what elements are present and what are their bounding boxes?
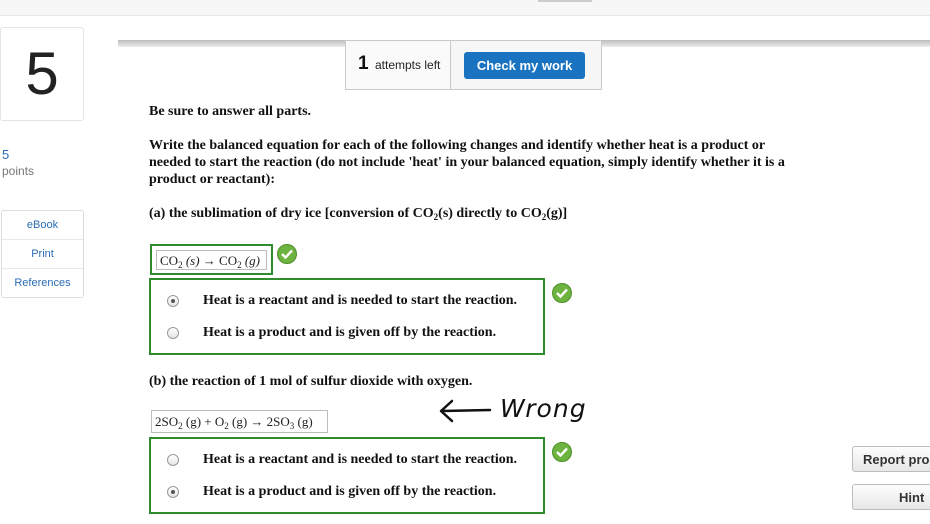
print-link[interactable]: Print xyxy=(2,240,83,269)
ebook-link[interactable]: eBook xyxy=(2,211,83,240)
eq-text: (g) → 2SO xyxy=(228,414,290,429)
wrong-annotation: Wrong xyxy=(500,394,587,423)
eq-arrow: → xyxy=(202,253,216,268)
eq-text: CO xyxy=(160,253,179,268)
report-problem-button[interactable]: Report pro xyxy=(852,446,930,472)
part-a-prompt-text: (s) directly to CO xyxy=(438,206,542,221)
points-value: 5 xyxy=(2,147,10,162)
question-number: 5 xyxy=(0,27,84,121)
part-a-prompt-text: (a) the sublimation of dry ice [conversi… xyxy=(149,206,434,221)
instruction-main: Write the balanced equation for each of … xyxy=(149,138,785,187)
eq-text: (g) xyxy=(294,414,313,429)
tab-stub xyxy=(538,0,592,2)
top-bar xyxy=(0,0,930,16)
part-a-equation-field[interactable]: CO2 (s) → CO2 (g) xyxy=(150,244,273,275)
eq-text: (g) + O xyxy=(182,414,225,429)
hint-button[interactable]: Hint xyxy=(852,484,930,510)
part-a-options: Heat is a reactant and is needed to star… xyxy=(149,278,545,355)
option-label: Heat is a product and is given off by th… xyxy=(203,325,497,340)
check-my-work-button[interactable]: Check my work xyxy=(464,52,585,79)
attempts-panel: 1 attempts left Check my work xyxy=(345,40,602,90)
radio-unselected[interactable] xyxy=(167,327,179,339)
points-label: points xyxy=(2,164,35,178)
eq-text: 2SO xyxy=(155,414,179,429)
eq-state: (g) xyxy=(241,253,261,268)
hand-drawn-arrow-icon xyxy=(439,399,492,423)
check-icon xyxy=(552,283,572,303)
part-b-prompt: (b) the reaction of 1 mol of sulfur diox… xyxy=(149,374,473,389)
references-link[interactable]: References xyxy=(2,269,83,297)
radio-selected[interactable] xyxy=(167,295,179,307)
eq-text: CO xyxy=(215,253,238,268)
attempts-label: attempts left xyxy=(375,58,441,72)
part-b-equation[interactable]: 2SO2 (g) + O2 (g) → 2SO3 (g) xyxy=(151,410,328,433)
check-icon xyxy=(552,442,572,462)
radio-selected[interactable] xyxy=(167,486,179,498)
tools-panel: eBook Print References xyxy=(1,210,84,298)
eq-state: (s) xyxy=(182,253,203,268)
attempts-counter: 1 attempts left xyxy=(346,41,451,89)
part-a-equation[interactable]: CO2 (s) → CO2 (g) xyxy=(156,250,267,270)
part-a-prompt-text: (g)] xyxy=(546,206,568,221)
part-a-prompt: (a) the sublimation of dry ice [conversi… xyxy=(149,205,567,226)
part-b-options: Heat is a reactant and is needed to star… xyxy=(149,437,545,514)
option-label: Heat is a product and is given off by th… xyxy=(203,484,497,499)
radio-unselected[interactable] xyxy=(167,454,179,466)
instruction-all-parts: Be sure to answer all parts. xyxy=(149,104,312,119)
option-label: Heat is a reactant and is needed to star… xyxy=(203,293,518,308)
option-label: Heat is a reactant and is needed to star… xyxy=(203,452,518,467)
attempts-count: 1 xyxy=(358,53,369,74)
check-icon xyxy=(277,244,297,264)
